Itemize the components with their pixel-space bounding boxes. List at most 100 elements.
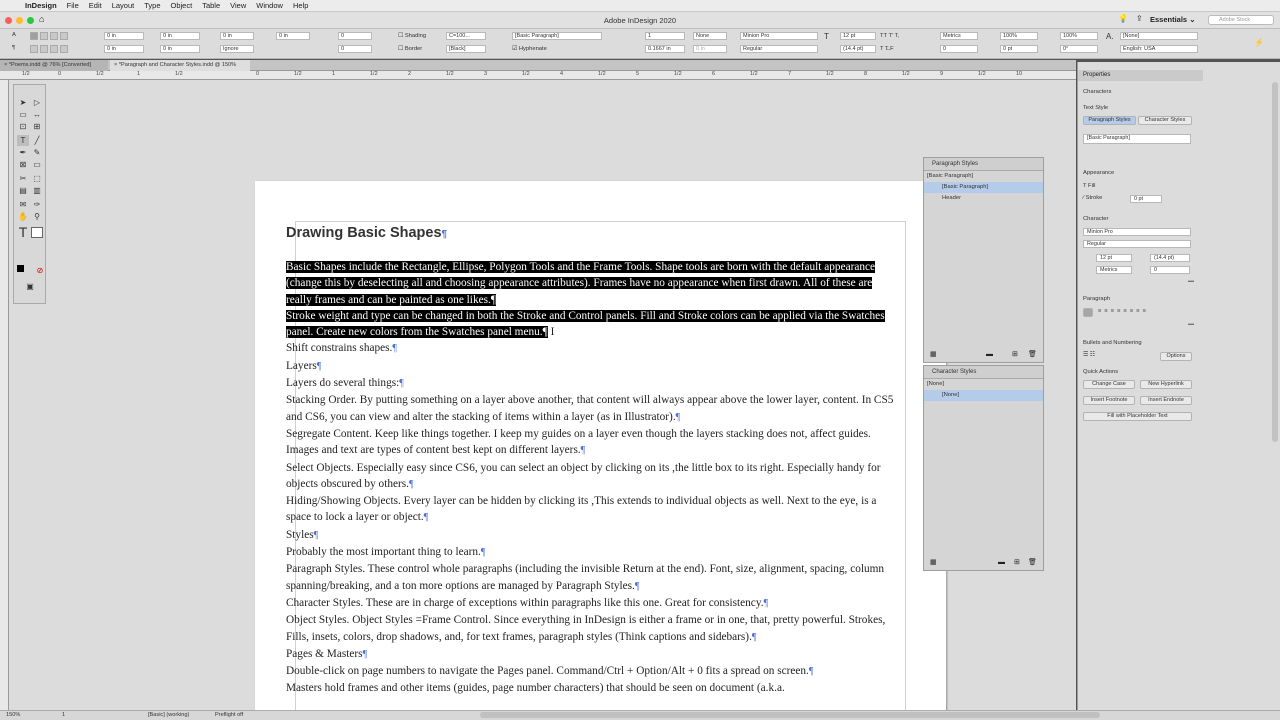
font-size-field[interactable]: 12 pt (840, 32, 876, 40)
stroke-label[interactable]: ⁄ Stroke (1083, 195, 1102, 201)
align-center-button[interactable] (40, 32, 48, 40)
paragraph[interactable]: Character Styles. These are in charge of… (286, 595, 898, 612)
gradient-feather-tool-icon[interactable]: ▥ (31, 185, 43, 196)
right-indent-field[interactable]: 0 in (160, 32, 200, 40)
paragraph[interactable]: Stacking Order. By putting something on … (286, 392, 898, 426)
zoom-tool-icon[interactable]: ⚲ (31, 211, 43, 222)
last-line-indent-field[interactable]: 0 in (160, 45, 200, 53)
style-item-header[interactable]: Header (924, 193, 1043, 204)
rectangle-frame-tool-icon[interactable]: ⊠ (17, 159, 29, 170)
paragraph-style-dropdown[interactable]: [Basic Paragraph] (512, 32, 602, 40)
paragraph[interactable]: Layers do several things:¶ (286, 375, 898, 392)
paragraph[interactable]: Select Objects. Especially easy since CS… (286, 460, 898, 494)
leading-field[interactable]: (14.4 pt) (840, 45, 876, 53)
paragraph[interactable]: Segregate Content. Keep like things toge… (286, 426, 898, 460)
menu-help[interactable]: Help (293, 1, 308, 10)
lightning-icon[interactable]: ⚡ (1254, 38, 1264, 47)
selected-paragraph[interactable]: Stroke weight and type can be changed in… (286, 308, 898, 341)
insert-footnote-button[interactable]: Insert Footnote (1083, 396, 1135, 405)
tab-character-styles[interactable]: Character Styles (1138, 116, 1192, 125)
language-dropdown[interactable]: English: USA (1120, 45, 1198, 53)
vertical-scrollbar[interactable] (1272, 82, 1278, 442)
menu-table[interactable]: Table (202, 1, 220, 10)
baseline-grid-dropdown[interactable]: None (693, 32, 727, 40)
bullets-options-button[interactable]: Options (1160, 352, 1192, 361)
paragraph[interactable]: Double-click on page numbers to navigate… (286, 663, 898, 680)
paragraph[interactable]: Paragraph Styles. These control whole pa… (286, 561, 898, 595)
justify-center-button[interactable] (40, 45, 48, 53)
border-checkbox[interactable]: ☐ Border (398, 46, 422, 52)
insert-endnote-button[interactable]: Insert Endnote (1140, 396, 1192, 405)
paragraph[interactable]: Masters hold frames and other items (gui… (286, 680, 898, 696)
menu-window[interactable]: Window (256, 1, 283, 10)
gutter-field[interactable]: 0 in (693, 45, 727, 53)
fill-placeholder-button[interactable]: Fill with Placeholder Text (1083, 412, 1192, 421)
drop-cap-lines-field[interactable]: 0 (338, 32, 372, 40)
tracking-field[interactable]: 0 (940, 45, 978, 53)
kerning-dropdown[interactable]: Metrics (940, 32, 978, 40)
style-item-basic-paragraph[interactable]: [Basic Paragraph] (924, 182, 1043, 193)
page-tool-icon[interactable]: ▭ (17, 109, 29, 120)
menu-edit[interactable]: Edit (89, 1, 102, 10)
zoom-level[interactable]: 150% (6, 712, 20, 718)
first-line-indent-field[interactable]: 0 in (104, 45, 144, 53)
hand-tool-icon[interactable]: ✋ (17, 211, 29, 222)
skew-field[interactable]: 0° (1060, 45, 1098, 53)
content-placer-icon[interactable]: ⊞ (31, 121, 43, 132)
menu-app-name[interactable]: InDesign (25, 1, 57, 10)
paragraph[interactable]: Shift constrains shapes.¶ (286, 340, 898, 357)
note-tool-icon[interactable]: ✉ (17, 199, 29, 210)
paragraph[interactable]: Pages & Masters¶ (286, 646, 898, 663)
adobe-stock-search[interactable]: Adobe Stock (1208, 15, 1274, 25)
eyedropper-tool-icon[interactable]: ✑ (31, 199, 43, 210)
horizontal-scale-field[interactable]: 100% (1060, 32, 1098, 40)
style-item-none[interactable]: [None] (924, 390, 1043, 401)
character-styles-title[interactable]: Character Styles (924, 366, 1043, 379)
vertical-ruler[interactable] (0, 80, 9, 710)
content-collector-icon[interactable]: ⊡ (17, 121, 29, 132)
column-width-field[interactable]: 0.1667 in (645, 45, 685, 53)
pen-tool-icon[interactable]: ✒ (17, 147, 29, 158)
document-heading[interactable]: Drawing Basic Shapes¶ (286, 223, 898, 245)
space-after-field[interactable]: 0 in (276, 32, 310, 40)
new-hyperlink-button[interactable]: New Hyperlink (1140, 380, 1192, 389)
new-folder-icon[interactable]: ▬ (986, 351, 993, 358)
delete-style-icon[interactable]: 🗑 (1028, 558, 1037, 566)
justify-all-button[interactable] (50, 45, 58, 53)
new-style-icon[interactable]: ⊞ (1014, 558, 1020, 566)
kerning-field[interactable]: Metrics (1096, 266, 1132, 274)
gap-tool-icon[interactable]: ↔ (31, 109, 43, 120)
default-fill-stroke-icon[interactable] (17, 265, 24, 272)
font-family-dropdown[interactable]: Minion Pro (740, 32, 818, 40)
formatting-text-icon[interactable]: T (17, 225, 29, 239)
shading-checkbox[interactable]: ☐ Shading (398, 33, 426, 39)
font-style-field[interactable]: Regular (1083, 240, 1191, 248)
underline-icon[interactable]: T T̶ F (880, 46, 894, 52)
selected-paragraph[interactable]: Basic Shapes include the Rectangle, Elli… (286, 259, 898, 308)
paragraph-mode-icon[interactable]: ¶ (12, 45, 15, 51)
font-style-dropdown[interactable]: Regular (740, 45, 818, 53)
paragraph[interactable]: Styles¶ (286, 527, 898, 544)
character-mode-icon[interactable]: A (12, 32, 16, 38)
style-group-icon[interactable]: ▦ (930, 350, 937, 358)
paragraph[interactable]: Hiding/Showing Objects. Every layer can … (286, 493, 898, 527)
free-transform-tool-icon[interactable]: ⬚ (31, 173, 43, 184)
align-justify-button[interactable] (60, 32, 68, 40)
space-before-field[interactable]: 0 in (220, 32, 254, 40)
horizontal-ruler[interactable]: 1/2 0 1/2 1 1/2 0 1/2 1 1/2 2 1/2 3 1/2 … (0, 71, 1076, 80)
tracking-field[interactable]: 0 (1150, 266, 1190, 274)
page-number-field[interactable]: 1 (62, 712, 65, 718)
vertical-scale-field[interactable]: 100% (1000, 32, 1038, 40)
tab-paragraph-character-styles[interactable]: × *Paragraph and Character Styles.indd @… (110, 60, 250, 71)
menu-object[interactable]: Object (171, 1, 193, 10)
paragraph[interactable]: Probably the most important thing to lea… (286, 544, 898, 561)
share-icon[interactable]: ⇪ (1136, 14, 1143, 23)
scissors-tool-icon[interactable]: ✂ (17, 173, 29, 184)
hyphenate-checkbox[interactable]: ☑ Hyphenate (512, 46, 547, 52)
border-swatch-dropdown[interactable]: [Black] (446, 45, 486, 53)
bullet-list-icon[interactable]: ☰ ☷ (1083, 352, 1095, 358)
line-tool-icon[interactable]: ╱ (31, 135, 43, 146)
rectangle-tool-icon[interactable]: ▭ (31, 159, 43, 170)
fill-label[interactable]: T Fill (1083, 183, 1095, 189)
align-right-button[interactable] (50, 32, 58, 40)
